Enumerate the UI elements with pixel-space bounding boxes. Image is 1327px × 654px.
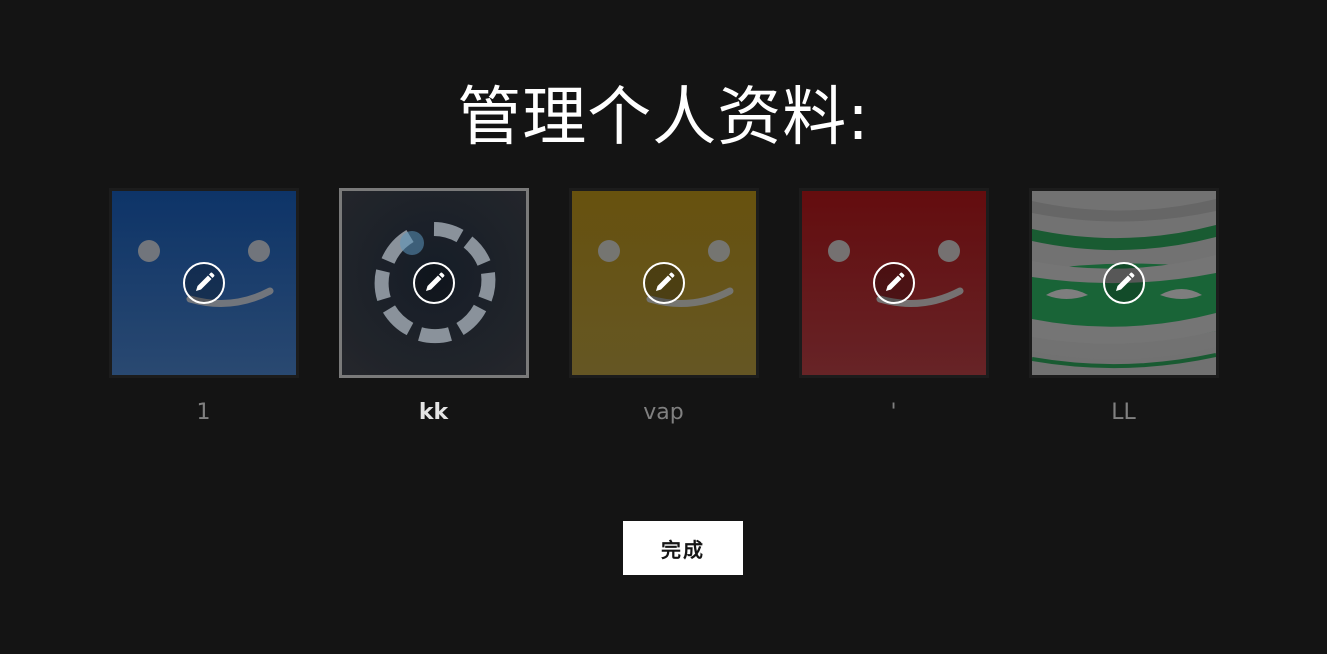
pencil-circle-icon[interactable] <box>872 261 916 305</box>
pencil-circle-icon[interactable] <box>182 261 226 305</box>
profile-item-apostrophe[interactable]: ' <box>798 188 989 428</box>
profile-avatar[interactable] <box>108 188 299 378</box>
profile-name: 1 <box>196 400 211 425</box>
done-button[interactable]: 完成 <box>623 521 743 575</box>
profile-name: ' <box>890 400 897 425</box>
manage-profiles-page: 管理个人资料: 1 kk vap ' LL 完成 <box>0 0 1327 654</box>
profile-item-vap[interactable]: vap <box>568 188 759 428</box>
pencil-circle-icon[interactable] <box>642 261 686 305</box>
profile-name: vap <box>643 400 684 425</box>
pencil-circle-icon[interactable] <box>412 261 456 305</box>
profile-item-1[interactable]: 1 <box>108 188 299 428</box>
profile-item-kk[interactable]: kk <box>338 188 529 428</box>
pencil-circle-icon[interactable] <box>1102 261 1146 305</box>
profile-name: kk <box>418 400 449 425</box>
profile-name: LL <box>1111 400 1136 425</box>
profile-item-ll[interactable]: LL <box>1028 188 1219 428</box>
profile-avatar[interactable] <box>798 188 989 378</box>
profile-avatar[interactable] <box>1028 188 1219 378</box>
page-title: 管理个人资料: <box>457 81 870 155</box>
profile-avatar[interactable] <box>338 188 529 378</box>
profile-list: 1 kk vap ' LL <box>0 188 1327 428</box>
profile-avatar[interactable] <box>568 188 759 378</box>
